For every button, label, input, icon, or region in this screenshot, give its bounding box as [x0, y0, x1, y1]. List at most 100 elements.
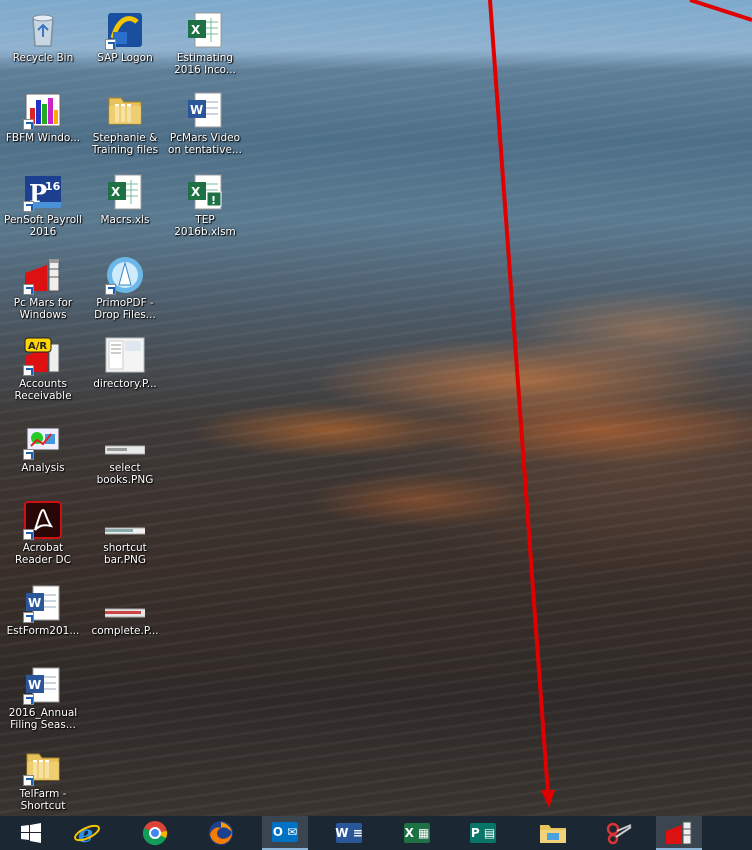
acrobat-icon: [23, 500, 63, 540]
desktop-icon-label: EstForm201...: [6, 625, 80, 637]
taskbar-file-explorer[interactable]: [530, 816, 576, 850]
desktop-icon-label: Acrobat Reader DC: [15, 542, 71, 566]
publisher-glyph: P: [470, 826, 480, 840]
word-file-icon: W: [23, 665, 63, 705]
snipping-tool-icon: [606, 822, 632, 845]
desktop-icon-label: TEP 2016b.xlsm: [174, 214, 236, 238]
desktop-icon-pensoft-payroll[interactable]: P 16 PenSoft Payroll 2016: [3, 172, 83, 238]
desktop-icon-recycle-bin[interactable]: Recycle Bin: [3, 10, 83, 64]
accounts-receivable-icon: A/R: [23, 336, 63, 376]
windows-logo-icon: [21, 823, 41, 843]
folder-icon: [23, 746, 63, 786]
svg-text:X: X: [191, 23, 201, 37]
desktop-icon-label: Recycle Bin: [12, 52, 74, 64]
desktop-icon-pc-mars[interactable]: Pc Mars for Windows: [3, 255, 83, 321]
desktop-icon-label: PenSoft Payroll 2016: [4, 214, 82, 238]
desktop-icon-accounts-receivable[interactable]: A/R Accounts Receivable: [3, 336, 83, 402]
desktop-icon-label: PrimoPDF - Drop Files...: [94, 297, 156, 321]
analysis-icon: [23, 420, 63, 460]
recycle-bin-icon: [23, 10, 63, 50]
desktop-icon-stephanie-training[interactable]: Stephanie & Training files: [85, 90, 165, 156]
desktop-icon-label: select books.PNG: [96, 462, 154, 486]
excel-glyph: X: [404, 826, 414, 840]
desktop-icon-estimating-2016[interactable]: X Estimating 2016 Inco...: [165, 10, 245, 76]
fbfm-icon: [23, 90, 63, 130]
excel-macro-file-icon: X!: [185, 172, 225, 212]
desktop-icon-label: complete.P...: [91, 625, 159, 637]
pcmars-icon: [23, 255, 63, 295]
taskbar-publisher[interactable]: P ▤: [460, 816, 506, 850]
desktop-icon-label: Pc Mars for Windows: [13, 297, 73, 321]
desktop-icon-label: TelFarm - Shortcut: [19, 788, 67, 812]
desktop-icon-macrs[interactable]: X Macrs.xls: [85, 172, 165, 226]
taskbar-outlook[interactable]: O ✉: [262, 816, 308, 850]
desktop-icon-complete-png[interactable]: complete.P...: [85, 583, 165, 637]
sap-logon-icon: [105, 10, 145, 50]
svg-text:W: W: [28, 678, 41, 692]
taskbar-pc-mars[interactable]: [656, 816, 702, 850]
svg-text:W: W: [190, 103, 203, 117]
taskbar-internet-explorer[interactable]: e: [64, 816, 110, 850]
desktop-icon-label: shortcut bar.PNG: [103, 542, 147, 566]
taskbar: e O ✉ W ≡ X ▦ P ▤: [0, 816, 752, 850]
svg-text:!: !: [211, 194, 216, 207]
pcmars-icon: [666, 821, 692, 845]
svg-text:A/R: A/R: [28, 341, 47, 352]
desktop-icon-telfarm-shortcut[interactable]: TelFarm - Shortcut: [3, 746, 83, 812]
excel-icon: X ▦: [404, 823, 430, 843]
word-icon: W ≡: [335, 823, 363, 843]
desktop-icon-directory-png[interactable]: directory.P...: [85, 336, 165, 390]
desktop-icon-label: Stephanie & Training files: [91, 132, 159, 156]
excel-file-icon: X: [105, 172, 145, 212]
outlook-glyph: O: [272, 825, 283, 839]
svg-text:X: X: [191, 185, 201, 199]
desktop-icon-label: 2016_Annual Filing Seas...: [8, 707, 78, 731]
chrome-icon: [142, 821, 168, 846]
desktop-icon-label: Estimating 2016 Inco...: [174, 52, 236, 76]
png-thumbnail-icon: [100, 583, 150, 623]
excel-file-icon: X: [185, 10, 225, 50]
word-glyph: W: [335, 826, 349, 840]
outlook-icon: O ✉: [272, 822, 298, 842]
svg-text:e: e: [78, 820, 93, 846]
desktop-icon-sap-logon[interactable]: SAP Logon: [85, 10, 165, 64]
png-thumbnail-icon: [105, 336, 145, 376]
file-explorer-icon: [540, 825, 566, 843]
desktop-icon-label: FBFM Windo...: [5, 132, 81, 144]
desktop-icon-estform[interactable]: W EstForm201...: [3, 583, 83, 637]
pensoft-icon: P 16: [23, 172, 63, 212]
start-button[interactable]: [8, 816, 54, 850]
svg-text:X: X: [111, 185, 121, 199]
desktop-icon-label: directory.P...: [93, 378, 157, 390]
desktop-icon-primopdf[interactable]: PrimoPDF - Drop Files...: [85, 255, 165, 321]
desktop-icon-label: Accounts Receivable: [14, 378, 72, 402]
taskbar-word[interactable]: W ≡: [326, 816, 372, 850]
desktop-icon-label: PcMars Video on tentative...: [168, 132, 242, 156]
taskbar-chrome[interactable]: [132, 816, 178, 850]
desktop-icon-label: SAP Logon: [97, 52, 153, 64]
word-file-icon: W: [185, 90, 225, 130]
desktop-icon-label: Macrs.xls: [100, 214, 150, 226]
png-thumbnail-icon: [104, 420, 146, 460]
publisher-icon: P ▤: [470, 823, 496, 843]
taskbar-firefox[interactable]: [198, 816, 244, 850]
svg-text:16: 16: [45, 180, 61, 193]
desktop-icon-fbfm[interactable]: FBFM Windo...: [3, 90, 83, 144]
taskbar-snipping-tool[interactable]: [596, 816, 642, 850]
word-file-icon: W: [23, 583, 63, 623]
desktop-icon-tep-2016b[interactable]: X! TEP 2016b.xlsm: [165, 172, 245, 238]
taskbar-excel[interactable]: X ▦: [394, 816, 440, 850]
desktop-icon-pcmars-video[interactable]: W PcMars Video on tentative...: [165, 90, 245, 156]
desktop-icon-analysis[interactable]: Analysis: [3, 420, 83, 474]
primopdf-icon: [105, 255, 145, 295]
png-thumbnail-icon: [100, 500, 150, 540]
desktop-icon-label: Analysis: [21, 462, 65, 474]
desktop-icon-acrobat-reader[interactable]: Acrobat Reader DC: [3, 500, 83, 566]
desktop-icon-shortcut-bar-png[interactable]: shortcut bar.PNG: [85, 500, 165, 566]
firefox-icon: [209, 821, 233, 845]
folder-icon: [105, 90, 145, 130]
internet-explorer-icon: e: [74, 820, 100, 846]
desktop-icon-2016-annual-filing[interactable]: W 2016_Annual Filing Seas...: [3, 665, 83, 731]
svg-text:W: W: [28, 596, 41, 610]
desktop-icon-select-books-png[interactable]: select books.PNG: [85, 420, 165, 486]
